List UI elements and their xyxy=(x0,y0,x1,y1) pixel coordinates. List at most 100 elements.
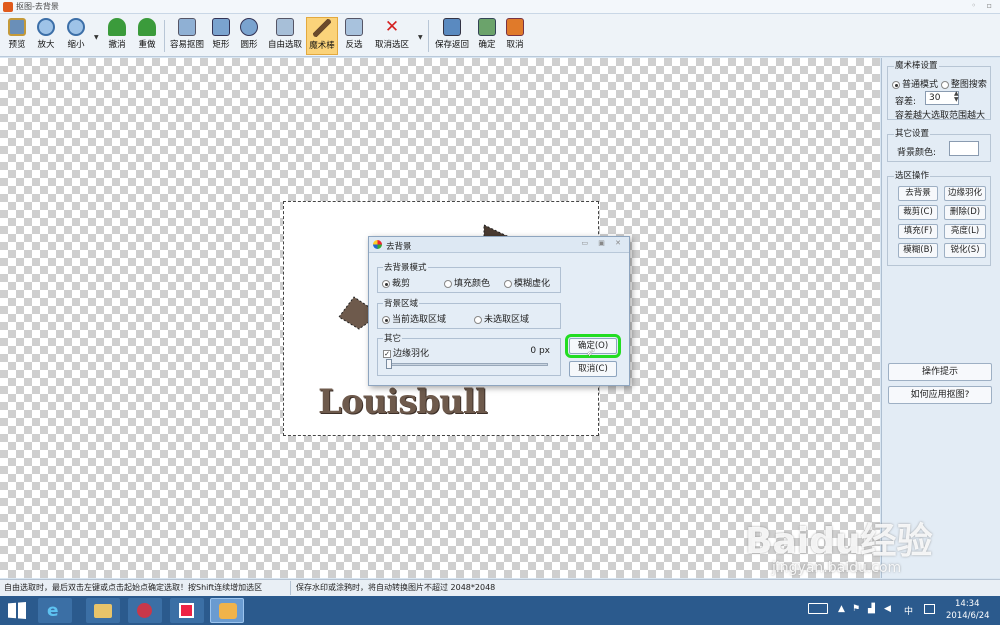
lasso-icon xyxy=(276,18,294,36)
radio-on-icon xyxy=(382,315,390,324)
remove-bg-button[interactable]: 去背景 xyxy=(898,186,938,201)
undo-icon xyxy=(108,18,126,36)
wand-settings-title: 魔术棒设置 xyxy=(894,59,939,71)
radio-on-icon xyxy=(892,80,900,89)
radio-off-icon xyxy=(474,315,482,324)
keyboard-icon[interactable] xyxy=(808,603,828,614)
clock-time[interactable]: 14:34 xyxy=(955,599,980,609)
delete-button[interactable]: 删除(D) xyxy=(944,205,986,220)
magic-wand-button[interactable]: 魔术棒 xyxy=(306,17,338,55)
area-current-radio[interactable]: 当前选取区域 xyxy=(382,312,446,325)
undo-button[interactable]: 撤消 xyxy=(104,17,130,55)
status-left: 自由选取时，最后双击左键或点击起始点确定选取！按Shift连续增加选区 xyxy=(4,583,263,592)
ime-indicator[interactable]: 中 xyxy=(904,604,913,617)
rectangle-icon xyxy=(212,18,230,36)
zoom-out-icon xyxy=(67,18,85,36)
cutout-app-taskbar-icon[interactable] xyxy=(210,598,244,623)
recorder-taskbar-icon[interactable] xyxy=(170,598,204,623)
checkbox-checked-icon: ✓ xyxy=(383,349,391,358)
zoom-in-icon xyxy=(37,18,55,36)
dialog-window-controls[interactable]: ▭ ▣ ✕ xyxy=(581,239,625,247)
ellipse-select-button[interactable]: 圆形 xyxy=(237,17,261,55)
toolbar-separator xyxy=(164,20,165,52)
other-title: 其它 xyxy=(383,332,403,344)
ie-taskbar-icon[interactable]: e xyxy=(38,598,72,623)
easy-cutout-button[interactable]: 容易抠图 xyxy=(168,17,206,55)
window-controls[interactable]: ◦ ▫ xyxy=(971,1,996,10)
cursor-icon: ➶ xyxy=(586,345,597,359)
image-ok-icon xyxy=(478,18,496,36)
selection-dropdown-icon[interactable]: ▼ xyxy=(418,34,423,41)
free-select-button[interactable]: 自由选取 xyxy=(266,17,304,55)
mode-crop-radio[interactable]: 裁剪 xyxy=(382,276,410,289)
watermark-url: jingyan.baidu.com xyxy=(772,560,902,576)
mode-whole-radio[interactable]: 整图搜索 xyxy=(940,80,987,90)
preview-button[interactable]: 预览 xyxy=(4,17,30,55)
redo-button[interactable]: 重做 xyxy=(134,17,160,55)
brightness-button[interactable]: 亮度(L) xyxy=(944,224,986,239)
radio-off-icon xyxy=(504,279,512,288)
dialog-title: 去背景 xyxy=(386,242,412,252)
app-icon xyxy=(3,2,13,12)
other-settings-group: 其它设置 背景颜色: xyxy=(887,127,991,162)
sharpen-button[interactable]: 锐化(S) xyxy=(944,243,986,258)
volume-icon[interactable]: ◀ xyxy=(884,604,891,614)
cancel-button[interactable]: 取消 xyxy=(503,17,527,55)
tolerance-spinner-icon[interactable]: ▲ ▼ xyxy=(954,91,959,103)
edge-feather-button[interactable]: 边缘羽化 xyxy=(944,186,986,201)
bg-color-swatch[interactable] xyxy=(949,141,979,156)
ok-button[interactable]: 确定 xyxy=(475,17,499,55)
tolerance-label: 容差: xyxy=(895,97,917,107)
clock-date[interactable]: 2014/6/24 xyxy=(946,611,990,621)
remove-bg-dialog: 去背景 ▭ ▣ ✕ 去背景模式 裁剪 填充颜色 模糊虚化 背景区域 当前选取区域… xyxy=(368,236,630,386)
other-group: 其它 ✓ 边缘羽化 0 px xyxy=(377,332,561,376)
taskbar: e ▲ ⚑ ▟ ◀ 中 14:34 2014/6/24 xyxy=(0,596,1000,625)
crop-button[interactable]: 裁剪(C) xyxy=(898,205,938,220)
save-return-button[interactable]: 保存返回 xyxy=(433,17,471,55)
mode-fill-radio[interactable]: 填充颜色 xyxy=(444,276,490,289)
bg-area-title: 背景区域 xyxy=(383,297,420,309)
app-taskbar-icon[interactable] xyxy=(128,598,162,623)
magic-wand-icon xyxy=(313,19,331,37)
close-icon: ✕ xyxy=(384,17,400,37)
feather-slider[interactable] xyxy=(388,363,548,366)
howto-button[interactable]: 如何应用抠图? xyxy=(888,386,992,404)
area-unselected-radio[interactable]: 未选取区域 xyxy=(474,312,529,325)
blur-button[interactable]: 模糊(B) xyxy=(898,243,938,258)
windows-start-icon[interactable] xyxy=(8,602,26,619)
fill-button[interactable]: 填充(F) xyxy=(898,224,938,239)
invert-selection-button[interactable]: 反选 xyxy=(342,17,366,55)
explorer-taskbar-icon[interactable] xyxy=(86,598,120,623)
action-center-icon[interactable] xyxy=(924,604,935,614)
title-bar: 抠图-去背景 ◦ ▫ xyxy=(0,0,1000,14)
status-divider xyxy=(290,581,291,595)
redo-icon xyxy=(138,18,156,36)
zoom-dropdown-icon[interactable]: ▼ xyxy=(94,34,99,41)
bg-mode-group: 去背景模式 裁剪 填充颜色 模糊虚化 xyxy=(377,261,561,293)
radio-off-icon xyxy=(940,80,949,89)
network-icon[interactable]: ▟ xyxy=(868,604,875,614)
mode-blur-radio[interactable]: 模糊虚化 xyxy=(504,276,550,289)
dialog-cancel-button[interactable]: 取消(C) xyxy=(569,361,617,377)
notification-flag-icon[interactable]: ⚑ xyxy=(852,604,860,614)
status-bar: 自由选取时，最后双击左键或点击起始点确定选取！按Shift连续增加选区 保存水印… xyxy=(0,579,1000,596)
zoom-in-button[interactable]: 放大 xyxy=(33,17,59,55)
tray-arrow-icon[interactable]: ▲ xyxy=(838,604,845,614)
feather-value: 0 px xyxy=(530,346,550,356)
feather-checkbox[interactable]: ✓ 边缘羽化 xyxy=(383,346,429,359)
cancel-selection-button[interactable]: ✕ 取消选区 xyxy=(371,17,413,55)
exit-icon xyxy=(506,18,524,36)
status-right: 保存水印或涂鸦时，将自动转换图片不超过 2048*2048 xyxy=(296,583,496,592)
rect-select-button[interactable]: 矩形 xyxy=(209,17,233,55)
ellipse-icon xyxy=(240,18,258,36)
feather-slider-thumb[interactable] xyxy=(386,359,392,369)
zoom-out-button[interactable]: 缩小 xyxy=(62,17,90,55)
tolerance-hint: 容差越大选取范围越大 xyxy=(895,111,986,121)
toolbar-separator xyxy=(428,20,429,52)
invert-icon xyxy=(345,18,363,36)
watermark-logo: Baidu经验 xyxy=(745,521,933,562)
other-settings-title: 其它设置 xyxy=(894,127,931,139)
mode-normal-radio[interactable]: 普通模式 xyxy=(892,80,938,90)
selection-ops-title: 选区操作 xyxy=(894,169,931,181)
tips-button[interactable]: 操作提示 xyxy=(888,363,992,381)
